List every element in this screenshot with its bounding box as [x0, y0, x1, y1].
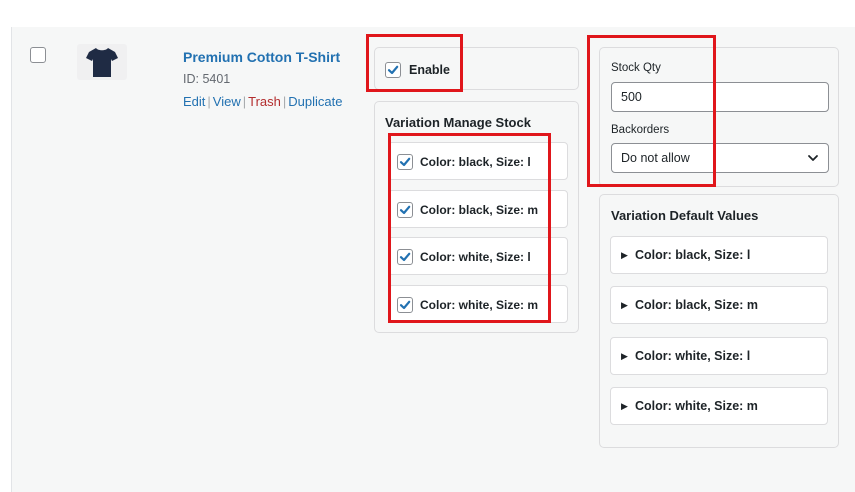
edit-link[interactable]: Edit — [183, 94, 205, 109]
top-strip — [0, 0, 855, 27]
product-thumbnail[interactable] — [77, 44, 127, 80]
default-value-item-label: Color: black, Size: l — [635, 248, 751, 262]
disclosure-triangle-icon: ▶ — [621, 351, 628, 361]
duplicate-link[interactable]: Duplicate — [288, 94, 342, 109]
enable-panel — [374, 47, 579, 90]
variation-manage-stock-title: Variation Manage Stock — [385, 115, 531, 130]
checkmark-icon — [399, 157, 411, 167]
trash-link[interactable]: Trash — [248, 94, 281, 109]
row-select-checkbox[interactable] — [30, 47, 46, 63]
default-value-item[interactable]: ▶ Color: white, Size: m — [610, 387, 828, 425]
manage-stock-item[interactable]: Color: white, Size: m — [388, 285, 568, 323]
enable-checkbox[interactable] — [385, 62, 401, 78]
manage-stock-checkbox[interactable] — [397, 297, 413, 313]
disclosure-triangle-icon: ▶ — [621, 300, 628, 310]
manage-stock-checkbox[interactable] — [397, 202, 413, 218]
default-value-item-label: Color: white, Size: l — [635, 349, 751, 363]
backorders-select[interactable]: Do not allow — [611, 143, 829, 173]
checkmark-icon — [387, 65, 399, 75]
left-edge — [0, 27, 11, 492]
checkmark-icon — [399, 300, 411, 310]
checkmark-icon — [399, 205, 411, 215]
manage-stock-item[interactable]: Color: black, Size: l — [388, 142, 568, 180]
backorders-label: Backorders — [611, 124, 670, 136]
disclosure-triangle-icon: ▶ — [621, 250, 628, 260]
manage-stock-item[interactable]: Color: white, Size: l — [388, 237, 568, 275]
manage-stock-item-label: Color: white, Size: m — [420, 298, 539, 312]
separator: | — [207, 94, 211, 109]
row-actions: Edit | View | Trash | Duplicate — [183, 94, 342, 109]
manage-stock-item-label: Color: black, Size: l — [420, 155, 531, 169]
manage-stock-item[interactable]: Color: black, Size: m — [388, 190, 568, 228]
product-id: ID: 5401 — [183, 72, 231, 86]
checkmark-icon — [399, 252, 411, 262]
default-value-item-label: Color: black, Size: m — [635, 298, 758, 312]
stock-qty-input[interactable]: 500 — [611, 82, 829, 112]
disclosure-triangle-icon: ▶ — [621, 401, 628, 411]
view-link[interactable]: View — [213, 94, 241, 109]
product-name-link[interactable]: Premium Cotton T-Shirt — [183, 49, 340, 65]
default-value-item[interactable]: ▶ Color: black, Size: l — [610, 236, 828, 274]
default-value-item[interactable]: ▶ Color: white, Size: l — [610, 337, 828, 375]
backorders-selected-value: Do not allow — [621, 151, 690, 165]
manage-stock-item-label: Color: black, Size: m — [420, 203, 539, 217]
stock-qty-label: Stock Qty — [611, 62, 661, 74]
variation-default-values-title: Variation Default Values — [611, 208, 759, 223]
manage-stock-checkbox[interactable] — [397, 249, 413, 265]
chevron-down-icon — [808, 155, 818, 161]
manage-stock-checkbox[interactable] — [397, 154, 413, 170]
default-value-item[interactable]: ▶ Color: black, Size: m — [610, 286, 828, 324]
manage-stock-item-label: Color: white, Size: l — [420, 250, 531, 264]
tshirt-icon — [86, 48, 118, 77]
default-value-item-label: Color: white, Size: m — [635, 399, 758, 413]
enable-label: Enable — [409, 63, 450, 77]
